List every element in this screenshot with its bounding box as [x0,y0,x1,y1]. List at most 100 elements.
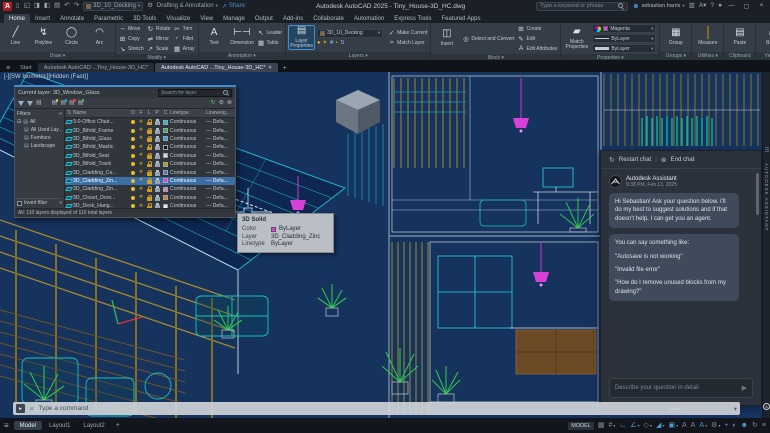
start-tab[interactable]: Start [14,63,38,72]
layer-on-icon[interactable] [129,137,137,141]
suggestion-0[interactable]: "Autosave is not working" [615,253,733,261]
layer-color-swatch[interactable] [161,170,170,175]
panel-layers-label[interactable]: Layers ▾ [286,52,430,60]
table-button[interactable]: ▦Table [258,38,283,47]
col-o[interactable]: O [129,110,137,116]
assistant-fab-icon[interactable]: A [763,403,770,410]
layer-states-icon[interactable]: ▤ [36,100,42,106]
help-icon[interactable]: ? [710,3,714,10]
user-presence-icon[interactable]: ☻ [741,422,748,429]
col-lineweig[interactable]: Lineweig... [206,110,235,116]
save-as-icon[interactable]: ◧ [44,3,50,10]
suggestion-2[interactable]: "How do I remove unused blocks from my d… [615,279,733,296]
assistant-side-tab[interactable]: AUTODESK ASSISTANT [764,163,769,231]
command-prompt-icon[interactable]: ▸ [16,404,25,413]
layer-row[interactable]: 3D_Bifold_Glass☀Continuous— Defa... [65,135,235,143]
layer-table-header[interactable]: SNameOFLPCLinetypeLineweig... [65,109,235,118]
base-button[interactable]: ⌂ Base [759,28,770,46]
col-p[interactable]: P [153,110,161,116]
layout-menu-icon[interactable]: ≡ [4,421,12,430]
layout-tab-layout2[interactable]: Layout2 [77,421,110,430]
3d-osnap-icon[interactable]: ▣▾ [668,422,678,429]
search-icon[interactable] [618,3,624,9]
layer-plot-icon[interactable] [153,186,161,192]
end-chat-button[interactable]: End chat [671,157,695,163]
layer-plot-icon[interactable] [153,195,161,201]
new-layer-icon[interactable]: ▤ [52,100,58,106]
layer-row[interactable]: 3D_Closet_Door...☀Continuous— Defa... [65,194,235,202]
layer-on-icon[interactable] [129,196,137,200]
ribbon-tab-annotate[interactable]: Annotate [55,14,89,23]
close-tab-icon[interactable]: × [268,65,271,71]
workspace-switcher[interactable]: Drafting & Annotation ▾ [157,3,218,9]
layer-row[interactable]: 3D_Bifold_Seal☀Continuous— Defa... [65,152,235,160]
filter-tree-item-1[interactable]: ▤Furniture [17,134,62,142]
ribbon-tab-express-tools[interactable]: Express Tools [389,14,436,23]
mirror-button[interactable]: ⇌Mirror [147,34,171,43]
file-tabs-menu-icon[interactable]: ≡ [2,65,14,72]
ribbon-tab-automation[interactable]: Automation [349,14,389,23]
color-dropdown[interactable]: Magenta ▾ [592,24,656,33]
close-button[interactable]: × [756,3,767,9]
layer-plot-icon[interactable] [153,119,161,125]
arc-button[interactable]: ◠Arc [87,28,112,46]
fillet-button[interactable]: ◜Fillet [174,34,195,43]
ribbon-tab-view[interactable]: View [195,14,218,23]
user-account[interactable]: ☻ sebastian.harris ▾ [632,3,684,10]
delete-layer-icon[interactable]: ▤ [69,100,75,106]
file-tab-1[interactable]: Autodesk AutoCAD ...Tiny_House-3D_HC*× [155,63,278,72]
layer-color-swatch[interactable] [161,120,170,125]
customize-icon[interactable]: ≡ [762,422,766,429]
layout-tab-model[interactable]: Model [14,421,42,430]
layer-properties-button[interactable]: ▤ Layer Properties [289,26,314,50]
layer-row[interactable]: 3D_Bifold_Track☀Continuous— Defa... [65,160,235,168]
layer-off-icon[interactable]: ● [317,40,320,46]
ribbon-tab-collaborate[interactable]: Collaborate [308,14,349,23]
layer-lock-icon[interactable] [145,178,153,184]
invert-filter-checkbox[interactable] [17,201,22,206]
layer-on-icon[interactable] [129,129,137,133]
layer-row[interactable]: 3D_Cladding_Ce...☀Continuous— Defa... [65,168,235,176]
edit-block-button[interactable]: ✎Edit [518,34,558,43]
panel-draw-label[interactable]: Draw ▾ [0,52,115,60]
layer-freeze-icon[interactable]: ☀ [137,170,145,175]
autoscale-icon[interactable]: A [691,422,696,429]
match-layer-button[interactable]: ≈Match Layer [388,38,427,47]
notifications-icon[interactable]: ● [718,3,722,10]
layer-freeze-icon[interactable]: ☀ [137,136,145,141]
layer-freeze-icon[interactable]: ☀ [137,162,145,167]
layer-color-swatch[interactable] [161,195,170,200]
match-properties-button[interactable]: ▰ Match Properties [564,27,589,51]
autodesk-access-icon[interactable]: A▾ [699,3,707,10]
layer-lock-icon[interactable] [145,186,153,192]
polar-tracking-icon[interactable]: ∠▾ [630,422,639,429]
isolate-objects-icon[interactable]: ◐ [732,422,736,429]
create-block-button[interactable]: ⊞Create [518,24,558,33]
layer-plot-icon[interactable] [153,128,161,134]
layer-lock-icon[interactable]: ▪ [336,40,338,46]
ribbon-tab-add-ins[interactable]: Add-ins [278,14,308,23]
autocad-logo[interactable]: A [3,2,12,11]
panel-groups-label[interactable]: Groups ▾ [660,52,691,60]
array-button[interactable]: ▦Array [174,44,195,53]
new-layer-vp-frozen-icon[interactable]: ▤ [60,100,66,106]
rotate-button[interactable]: ↻Rotate [147,24,171,33]
layer-color-swatch[interactable] [161,187,170,192]
model-space-toggle[interactable]: MODEL [568,422,594,430]
snap-icon[interactable]: #▾ [608,422,615,429]
suggestion-1[interactable]: "Invalid file error" [615,266,733,274]
ortho-icon[interactable]: ∟ [619,422,626,429]
layer-freeze-icon[interactable]: ☀ [137,120,145,125]
ribbon-tab-3d-tools[interactable]: 3D Tools [128,14,161,23]
scale-button[interactable]: ↗Scale [147,44,171,53]
collapse-filters-icon[interactable]: « [59,111,62,117]
new-file-icon[interactable]: ▯ [16,3,20,10]
set-current-layer-icon[interactable]: ▤ [78,100,84,106]
layer-plot-icon[interactable] [153,161,161,167]
col-name[interactable]: Name [73,110,129,116]
layer-lock-icon[interactable] [145,144,153,150]
assistant-scrollbar[interactable] [756,173,759,215]
paste-button[interactable]: ▤ Paste [727,28,752,46]
crosshair-icon[interactable]: + [724,422,728,429]
trim-button[interactable]: ✂Trim [174,24,195,33]
